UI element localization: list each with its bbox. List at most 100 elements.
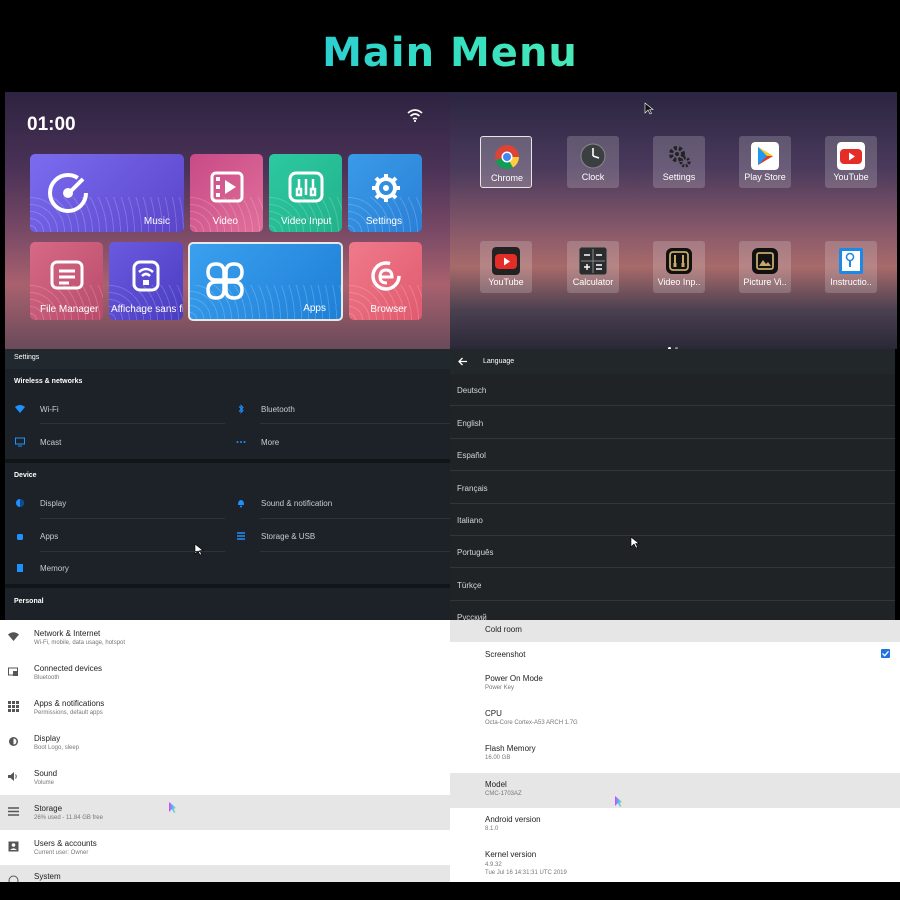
bluetooth-icon <box>238 404 244 414</box>
clock-time: 01:00 <box>27 114 76 135</box>
affichage-tile[interactable]: Affichage sans fil <box>109 242 183 320</box>
gear-icon <box>372 174 400 202</box>
page-title: Main Menu <box>0 30 900 76</box>
item-subtitle: Bluetooth <box>34 675 60 681</box>
about-item-model: Model CMC-1703AZ <box>450 773 900 808</box>
section-divider <box>5 584 450 588</box>
gear-icon <box>669 146 691 168</box>
settings-item-apps[interactable]: Apps <box>17 532 58 541</box>
brightness-icon <box>16 499 24 507</box>
browser-tile[interactable]: Browser <box>349 242 422 320</box>
app-label: YouTube <box>833 172 869 182</box>
app-clock[interactable]: Clock <box>567 136 619 188</box>
app-video-input[interactable]: Video Inp.. <box>653 241 705 293</box>
divider <box>40 518 225 519</box>
app-label: Instructio.. <box>830 277 872 287</box>
item-title: Android version <box>485 815 541 824</box>
settings-item-connected-devices[interactable]: Connected devices Bluetooth <box>0 655 450 690</box>
divider <box>260 423 450 424</box>
android-icon <box>17 534 23 540</box>
app-chrome[interactable]: Chrome <box>480 136 532 188</box>
storage-icon <box>237 532 245 540</box>
mouse-cursor-icon <box>644 102 654 115</box>
about-item-cold-room[interactable]: Cold room <box>450 620 900 642</box>
apps-grid-icon <box>8 701 19 712</box>
video-input-icon <box>288 171 324 203</box>
wifi-icon <box>8 632 19 641</box>
item-subtitle: Permissions, default apps <box>34 710 103 716</box>
language-option[interactable]: Deutsch <box>450 374 895 406</box>
account-icon <box>8 841 19 852</box>
settings-item-network[interactable]: Network & Internet Wi-Fi, mobile, data u… <box>0 620 450 655</box>
memory-icon <box>17 564 23 572</box>
file-manager-tile[interactable]: File Manager <box>30 242 103 320</box>
browser-label: Browser <box>370 304 407 315</box>
app-instruction[interactable]: Instructio.. <box>825 241 877 293</box>
settings-item-bluetooth[interactable]: Bluetooth <box>238 404 295 414</box>
settings-item-sound[interactable]: Sound Volume <box>0 760 450 795</box>
settings-item-label: Display <box>40 499 67 508</box>
storage-icon <box>8 807 19 816</box>
about-item-android-version[interactable]: Android version 8.1.0 <box>450 815 900 850</box>
language-option[interactable]: Italiano <box>450 504 895 536</box>
play-store-icon <box>751 142 779 170</box>
app-label: Video Inp.. <box>657 277 701 287</box>
music-tile[interactable]: Music <box>30 154 184 232</box>
language-option[interactable]: Türkçe <box>450 569 895 601</box>
item-subtitle: 26% used - 11.84 GB free <box>34 815 103 821</box>
app-label: Chrome <box>490 173 523 183</box>
item-title: Users & accounts <box>34 839 97 848</box>
video-input-icon <box>666 248 692 274</box>
app-play-store[interactable]: Play Store <box>739 136 791 188</box>
item-title: System <box>34 872 61 881</box>
apps-tile[interactable]: Apps <box>188 242 343 321</box>
language-option[interactable]: Português <box>450 536 895 568</box>
language-option[interactable]: English <box>450 407 895 439</box>
about-item-kernel-version: Kernel version 4.9.32 Tue Jul 16 14:31:3… <box>450 850 900 882</box>
item-value-date: Tue Jul 16 14:31:31 UTC 2019 <box>485 870 567 876</box>
app-calculator[interactable]: Calculator <box>567 241 619 293</box>
wifi-icon <box>15 405 25 413</box>
settings-item-display[interactable]: Display <box>16 499 67 508</box>
settings-item-wifi[interactable]: Wi-Fi <box>15 405 59 414</box>
language-title: Language <box>483 358 515 365</box>
language-option[interactable]: Français <box>450 472 895 504</box>
about-item-power-on-mode[interactable]: Power On Mode Power Key <box>450 674 900 709</box>
about-item-screenshot[interactable]: Screenshot <box>450 642 900 667</box>
video-tile[interactable]: Video <box>190 154 263 232</box>
mouse-cursor-icon <box>615 796 623 807</box>
app-picture-viewer[interactable]: Picture Vi.. <box>739 241 791 293</box>
more-icon <box>236 441 246 443</box>
app-youtube[interactable]: YouTube <box>825 136 877 188</box>
app-settings[interactable]: Settings <box>653 136 705 188</box>
item-title: Power On Mode <box>485 674 543 683</box>
back-arrow-icon[interactable] <box>458 357 468 366</box>
app-drawer-panel: Chrome Clock Settings Play Store YouTube… <box>450 92 897 349</box>
bell-icon <box>238 500 244 508</box>
browser-icon <box>371 261 401 291</box>
settings-item-system[interactable]: System <box>0 865 450 882</box>
settings-item-users[interactable]: Users & accounts Current user: Owner <box>0 830 450 865</box>
language-option[interactable]: Español <box>450 439 895 471</box>
screenshot-checkbox[interactable] <box>881 649 890 658</box>
item-title: Apps & notifications <box>34 699 105 708</box>
settings-item-mcast[interactable]: Mcast <box>15 437 61 447</box>
settings-item-more[interactable]: More <box>236 438 279 447</box>
settings-item-storage[interactable]: Storage & USB <box>237 532 315 541</box>
settings-item-memory[interactable]: Memory <box>17 564 69 573</box>
brightness-icon <box>9 737 18 746</box>
settings-item-display[interactable]: Display Boot Logo, sleep <box>0 725 450 760</box>
page-indicator <box>668 337 682 349</box>
cast-icon <box>132 260 160 292</box>
settings-item-sound[interactable]: Sound & notification <box>238 499 332 508</box>
app-youtube[interactable]: YouTube <box>480 241 532 293</box>
language-option[interactable]: Русский <box>450 601 895 620</box>
section-divider <box>5 459 450 463</box>
video-input-tile[interactable]: Video Input <box>269 154 342 232</box>
settings-item-storage[interactable]: Storage 26% used - 11.84 GB free <box>0 795 450 830</box>
settings-item-apps-notifications[interactable]: Apps & notifications Permissions, defaul… <box>0 690 450 725</box>
folder-icon <box>50 260 84 290</box>
settings-tile[interactable]: Settings <box>348 154 422 232</box>
video-label: Video <box>212 216 238 227</box>
item-value: Power Key <box>485 685 515 691</box>
